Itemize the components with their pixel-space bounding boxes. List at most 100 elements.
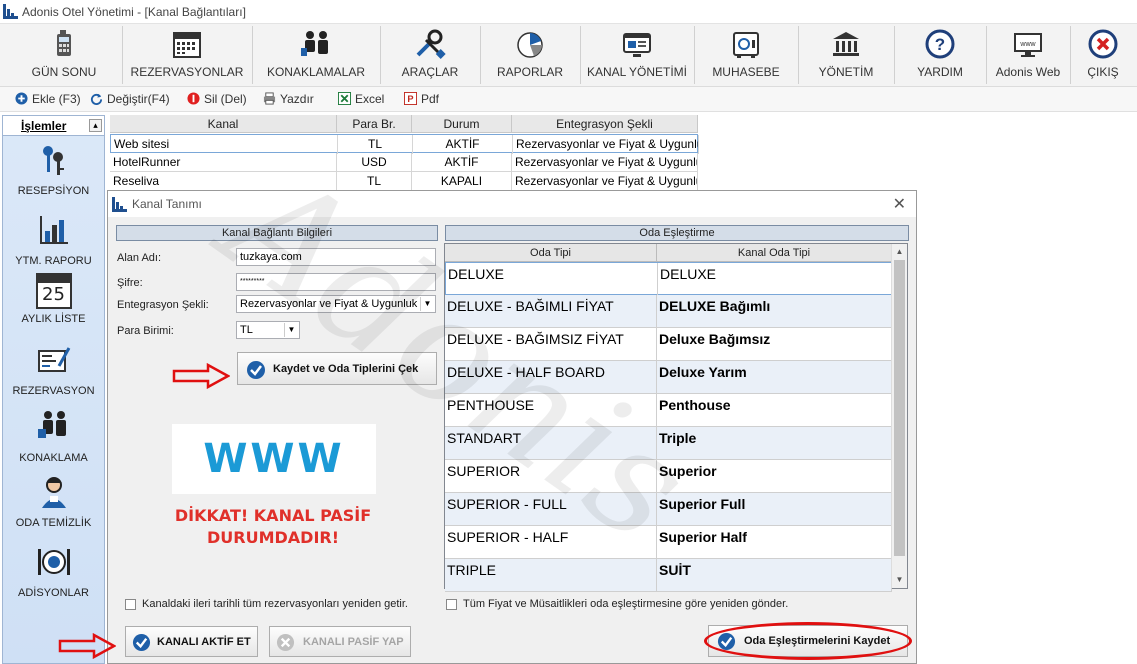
housekeeper-icon <box>41 477 66 508</box>
ribbon-kanal-yonetimi[interactable]: KANAL YÖNETİMİ <box>582 24 692 87</box>
sidebar-item-adisyonlar[interactable]: ADİSYONLAR <box>3 544 104 599</box>
form-pen-icon <box>37 347 70 372</box>
column-header[interactable]: Kanal Oda Tipi <box>657 244 892 262</box>
annotation-ellipse <box>704 622 912 660</box>
table-row[interactable]: HotelRunner USD AKTİF Rezervasyonlar ve … <box>110 153 698 172</box>
integration-select[interactable]: Rezervasyonlar ve Fiyat & Uygunluk ▼ <box>236 295 436 313</box>
ribbon-raporlar[interactable]: RAPORLAR <box>482 24 578 87</box>
ribbon-adonis-web[interactable]: www Adonis Web <box>988 24 1068 87</box>
ribbon-araclar[interactable]: ARAÇLAR <box>382 24 478 87</box>
calendar-icon <box>173 32 201 58</box>
ribbon-rezervasyonlar[interactable]: REZERVASYONLAR <box>124 24 250 87</box>
dialog-title-bar: Kanal Tanımı ✕ <box>108 191 916 217</box>
sidebar-header: İşlemler ▴ <box>3 116 104 136</box>
deactivate-channel-button[interactable]: KANALI PASİF YAP <box>269 626 411 657</box>
table-row[interactable]: Reseliva TL KAPALI Rezervasyonlar ve Fiy… <box>110 172 698 191</box>
guests-icon <box>37 411 66 438</box>
domain-label: Alan Adı: <box>117 252 162 264</box>
ribbon-konaklamalar[interactable]: KONAKLAMALAR <box>254 24 378 87</box>
collapse-button[interactable]: ▴ <box>89 119 102 132</box>
mapping-row[interactable]: SUPERIOR - FULL Superior Full <box>445 493 892 526</box>
column-header[interactable]: Entegrasyon Şekli <box>512 115 698 133</box>
sidebar-item-aylik-liste[interactable]: 25 AYLIK LİSTE <box>3 273 104 325</box>
ribbon-yardim[interactable]: ? YARDIM <box>896 24 984 87</box>
password-input[interactable]: ********* <box>236 273 436 291</box>
app-logo-icon <box>3 4 18 19</box>
sidebar-item-resepsiyon[interactable]: RESEPSİYON <box>3 142 104 197</box>
pdf-icon: P <box>404 92 417 105</box>
scroll-down-icon[interactable]: ▼ <box>892 573 907 587</box>
sidebar-item-oda-temizlik[interactable]: ODA TEMİZLİK <box>3 474 104 529</box>
print-button[interactable]: Yazdır <box>263 92 314 106</box>
activate-channel-button[interactable]: KANALI AKTİF ET <box>125 626 258 657</box>
mapping-row[interactable]: DELUXE - BAĞIMSIZ FİYAT Deluxe Bağımsız <box>445 328 892 361</box>
column-header[interactable]: Para Br. <box>337 115 412 133</box>
connection-section-title: Kanal Bağlantı Bilgileri <box>116 225 438 241</box>
ribbon-muhasebe[interactable]: MUHASEBE <box>696 24 796 87</box>
pie-chart-icon <box>517 32 543 58</box>
column-header[interactable]: Durum <box>412 115 512 133</box>
mapping-row[interactable]: DELUXE DELUXE <box>445 262 893 296</box>
dialog-title: Kanal Tanımı <box>132 197 202 211</box>
add-button[interactable]: Ekle (F3) <box>15 92 81 106</box>
exit-icon <box>1088 29 1118 59</box>
mapping-row[interactable]: PENTHOUSE Penthouse <box>445 394 892 427</box>
mapping-row[interactable]: SUPERIOR Superior <box>445 460 892 493</box>
app-logo-icon <box>112 197 127 212</box>
calculator-icon <box>57 30 71 56</box>
domain-input[interactable]: tuzkaya.com <box>236 248 436 266</box>
delete-button[interactable]: Sil (Del) <box>187 92 247 106</box>
pdf-button[interactable]: P Pdf <box>404 92 439 106</box>
channels-table: Kanal Para Br. Durum Entegrasyon Şekli W… <box>110 115 1137 195</box>
sidebar-item-ytm-raporu[interactable]: YTM. RAPORU <box>3 212 104 267</box>
room-mapping-grid: Oda Tipi Kanal Oda Tipi DELUXE DELUXE DEL… <box>444 243 908 592</box>
ribbon-gun-sonu[interactable]: GÜN SONU <box>8 24 120 87</box>
sidebar: İşlemler ▴ RESEPSİYON YTM. RAPORU 25 AYL… <box>2 115 105 664</box>
edit-button[interactable]: Değiştir(F4) <box>90 92 170 106</box>
mapping-row[interactable]: STANDART Triple <box>445 427 892 460</box>
plus-icon <box>15 92 28 105</box>
title-bar: Adonis Otel Yönetimi - [Kanal Bağlantıla… <box>0 0 1137 24</box>
tools-icon <box>416 29 446 59</box>
currency-label: Para Birimi: <box>117 325 174 337</box>
chevron-down-icon: ▼ <box>420 297 434 311</box>
sidebar-item-rezervasyon[interactable]: REZERVASYON <box>3 342 104 397</box>
printer-icon <box>263 92 276 105</box>
refetch-reservations-checkbox[interactable] <box>125 599 136 610</box>
sidebar-item-konaklama[interactable]: KONAKLAMA <box>3 409 104 464</box>
annotation-arrow-icon <box>58 633 116 659</box>
check-circle-icon <box>132 633 151 652</box>
annotation-arrow-icon <box>172 363 230 389</box>
vertical-scrollbar[interactable]: ▲ ▼ <box>891 244 907 588</box>
resend-prices-checkbox[interactable] <box>446 599 457 610</box>
scroll-thumb[interactable] <box>894 260 905 556</box>
bank-icon <box>833 32 859 56</box>
close-icon[interactable]: ✕ <box>893 194 906 214</box>
stop-icon <box>187 92 200 105</box>
table-row[interactable]: Web sitesi TL AKTİF Rezervasyonlar ve Fi… <box>110 134 699 154</box>
guests-icon <box>301 31 328 56</box>
svg-text:www: www <box>1019 41 1036 48</box>
ribbon-yonetim[interactable]: YÖNETİM <box>800 24 892 87</box>
keys-icon <box>42 146 64 175</box>
mapping-row[interactable]: DELUXE - BAĞIMLI FİYAT DELUXE Bağımlı <box>445 295 892 328</box>
resend-prices-label: Tüm Fiyat ve Müsaitlikleri oda eşleştirm… <box>463 598 789 610</box>
column-header[interactable]: Kanal <box>110 115 337 133</box>
chevron-down-icon: ▼ <box>284 323 298 337</box>
inactive-warning: DİKKAT! KANAL PASİF DURUMDADIR! <box>174 506 372 547</box>
ribbon-cikis[interactable]: ÇIKIŞ <box>1072 24 1134 87</box>
mapping-row[interactable]: DELUXE - HALF BOARD Deluxe Yarım <box>445 361 892 394</box>
refresh-icon <box>90 93 103 105</box>
mapping-row[interactable]: TRIPLE SUİT <box>445 559 892 592</box>
mapping-row[interactable]: SUPERIOR - HALF Superior Half <box>445 526 892 559</box>
svg-text:?: ? <box>935 35 945 54</box>
calendar-25-icon: 25 <box>35 273 72 309</box>
column-header[interactable]: Oda Tipi <box>445 244 657 262</box>
www-logo: WWW <box>172 424 376 494</box>
save-and-fetch-button[interactable]: Kaydet ve Oda Tiplerini Çek <box>237 352 437 385</box>
safe-icon <box>733 32 759 58</box>
cancel-circle-icon <box>276 633 295 652</box>
scroll-up-icon[interactable]: ▲ <box>892 245 907 259</box>
excel-button[interactable]: Excel <box>338 92 384 106</box>
currency-select[interactable]: TL ▼ <box>236 321 300 339</box>
